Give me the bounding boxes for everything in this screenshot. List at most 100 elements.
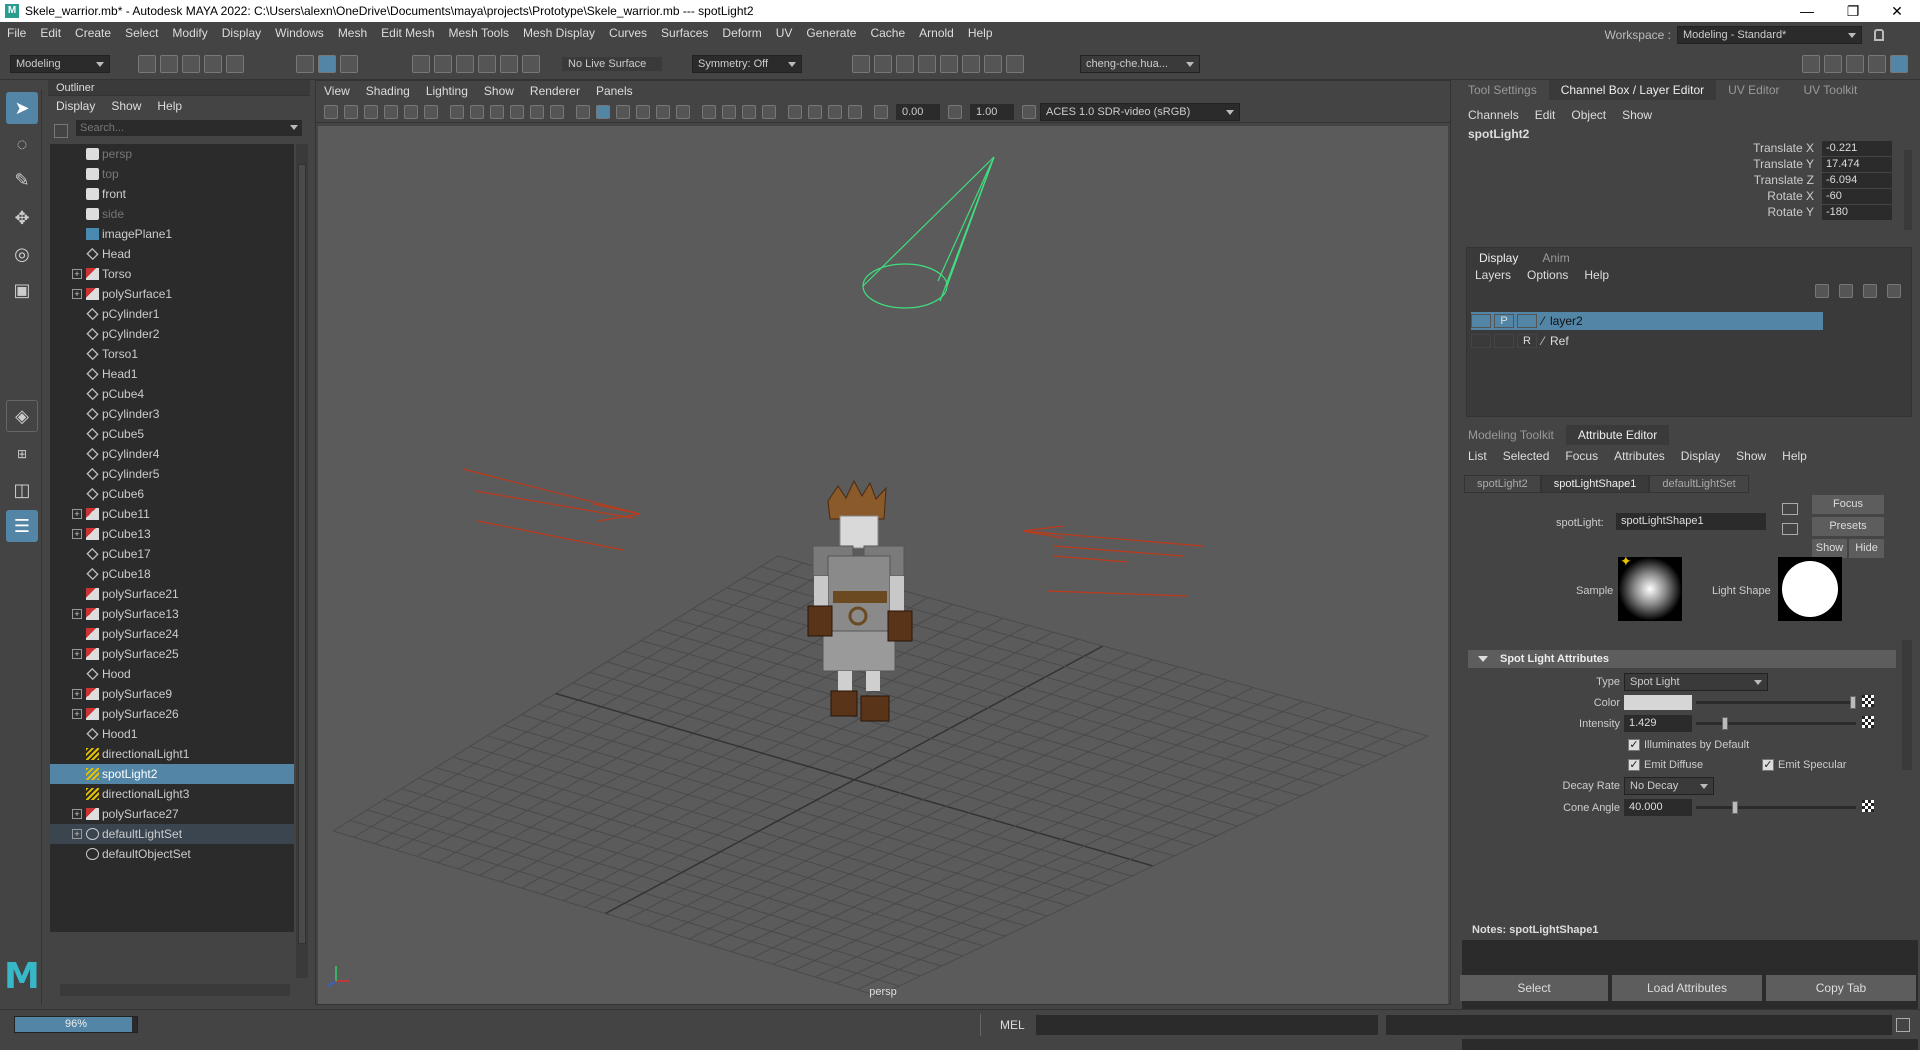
minimize-button[interactable]: — (1784, 0, 1830, 22)
tab-display[interactable]: Display (1467, 248, 1531, 266)
menu-surfaces[interactable]: Surfaces (654, 26, 715, 40)
copy-tab-button[interactable]: Copy Tab (1766, 975, 1916, 1001)
channel-row[interactable]: Rotate X -60 (1456, 188, 1920, 204)
open-scene-icon[interactable] (160, 55, 178, 73)
menu-select[interactable]: Select (118, 26, 165, 40)
outliner-layout-icon[interactable]: ☰ (6, 510, 38, 542)
outliner-item[interactable]: Torso1 (50, 344, 294, 364)
motion-blur-icon[interactable] (722, 104, 736, 119)
layer-row-ref[interactable]: R ⁄ Ref (1471, 332, 1823, 350)
outliner-item[interactable]: + pCube11 (50, 504, 294, 524)
outliner-item[interactable]: pCylinder1 (50, 304, 294, 324)
layer-playback-toggle[interactable]: P (1494, 314, 1514, 328)
color-swatch[interactable] (1624, 695, 1692, 710)
tab-anim[interactable]: Anim (1530, 248, 1581, 266)
slider-handle[interactable] (1722, 717, 1728, 730)
menu-edit-mesh[interactable]: Edit Mesh (374, 26, 441, 40)
new-layer-from-selection-icon[interactable] (1887, 284, 1901, 298)
outliner-item[interactable]: + polySurface1 (50, 284, 294, 304)
outliner-item[interactable]: + Torso (50, 264, 294, 284)
paint-select-tool-icon[interactable]: ✎ (6, 164, 38, 196)
outliner-item[interactable]: + polySurface26 (50, 704, 294, 724)
smooth-shade-icon[interactable] (596, 104, 610, 119)
channel-box-scrollbar[interactable] (1904, 150, 1912, 230)
exposure-icon[interactable] (874, 104, 888, 119)
channels-menu-object[interactable]: Object (1571, 108, 1606, 122)
two-view-layout-icon[interactable]: ◫ (6, 474, 38, 506)
outliner-filter-icon[interactable] (54, 124, 68, 138)
camera-attributes-icon[interactable] (344, 104, 358, 119)
outliner-item[interactable]: + polySurface27 (50, 804, 294, 824)
channel-label[interactable]: Rotate Y (1456, 205, 1822, 219)
outliner-item[interactable]: polySurface21 (50, 584, 294, 604)
cone-angle-slider[interactable] (1696, 801, 1856, 814)
exposure-field[interactable]: 0.00 (896, 103, 940, 120)
channel-row[interactable]: Translate X -0.221 (1456, 140, 1920, 156)
color-management-icon[interactable] (1022, 104, 1036, 119)
symmetry-dropdown[interactable]: Symmetry: Off (692, 55, 802, 73)
xray-icon[interactable] (808, 104, 822, 119)
layer-name[interactable]: Ref (1550, 334, 1569, 348)
menu-set-dropdown[interactable]: Modeling (10, 55, 110, 73)
workspace-dropdown[interactable]: Modeling - Standard* (1677, 26, 1862, 44)
outliner-item[interactable]: imagePlane1 (50, 224, 294, 244)
outliner-item[interactable]: + pCube13 (50, 524, 294, 544)
menu-windows[interactable]: Windows (268, 26, 331, 40)
node-tab-spotlight2[interactable]: spotLight2 (1464, 475, 1541, 493)
channel-label[interactable]: Rotate X (1456, 189, 1822, 203)
render-settings-icon[interactable] (896, 55, 914, 73)
outliner-menu-help[interactable]: Help (157, 99, 182, 113)
field-chart-icon[interactable] (530, 104, 544, 119)
outliner-item[interactable]: directionalLight1 (50, 744, 294, 764)
attribute-editor-scrollbar[interactable] (1902, 640, 1912, 770)
gamma-field[interactable]: 1.00 (970, 103, 1014, 120)
single-perspective-layout-icon[interactable]: ◈ (6, 400, 38, 432)
menu-generate[interactable]: Generate (799, 26, 863, 40)
outliner-item[interactable]: pCube18 (50, 564, 294, 584)
hypershade-icon[interactable] (918, 55, 936, 73)
screen-space-ao-icon[interactable] (702, 104, 716, 119)
script-editor-icon[interactable] (1896, 1018, 1910, 1032)
attr-menu-display[interactable]: Display (1681, 449, 1720, 463)
menu-cache[interactable]: Cache (863, 26, 912, 40)
outliner-item[interactable]: persp (50, 144, 294, 164)
lock-icon[interactable] (1874, 29, 1884, 41)
viewport-menu-view[interactable]: View (324, 84, 350, 98)
light-shape-swatch[interactable] (1778, 557, 1842, 621)
outliner-item[interactable]: polySurface24 (50, 624, 294, 644)
lasso-tool-icon[interactable]: ◌ (6, 128, 38, 160)
snap-live-icon[interactable] (522, 55, 540, 73)
menu-help[interactable]: Help (961, 26, 1000, 40)
spot-light-gizmo[interactable] (862, 156, 995, 309)
attr-menu-show[interactable]: Show (1736, 449, 1766, 463)
menu-create[interactable]: Create (68, 26, 118, 40)
outliner-item[interactable]: Head (50, 244, 294, 264)
outliner-horizontal-scrollbar[interactable] (60, 984, 290, 996)
menu-uv[interactable]: UV (769, 26, 800, 40)
xray-active-icon[interactable] (848, 104, 862, 119)
attr-menu-attributes[interactable]: Attributes (1614, 449, 1665, 463)
channel-value[interactable]: -60 (1822, 188, 1892, 204)
channel-label[interactable]: Translate X (1456, 141, 1822, 155)
textured-icon[interactable] (636, 104, 650, 119)
outliner-item[interactable]: top (50, 164, 294, 184)
channels-menu-channels[interactable]: Channels (1468, 108, 1519, 122)
four-view-layout-icon[interactable]: ⊞ (6, 438, 38, 470)
viewport-menu-panels[interactable]: Panels (596, 84, 633, 98)
menu-mesh-tools[interactable]: Mesh Tools (442, 26, 516, 40)
viewport-menu-shading[interactable]: Shading (366, 84, 410, 98)
expand-icon[interactable]: + (72, 269, 82, 279)
layer-visibility-toggle[interactable] (1471, 314, 1491, 328)
map-button-icon[interactable] (1862, 695, 1874, 707)
menu-display[interactable]: Display (215, 26, 268, 40)
bookmark-icon[interactable] (364, 104, 378, 119)
show-button[interactable]: Show (1812, 539, 1847, 558)
view-transform-dropdown[interactable]: ACES 1.0 SDR-video (sRGB) (1040, 102, 1240, 121)
attr-menu-selected[interactable]: Selected (1503, 449, 1550, 463)
slider-handle[interactable] (1850, 696, 1856, 709)
tab-uv-editor[interactable]: UV Editor (1716, 80, 1791, 100)
tab-channel-box-layer-editor[interactable]: Channel Box / Layer Editor (1548, 80, 1717, 100)
tab-modeling-toolkit[interactable]: Modeling Toolkit (1456, 425, 1566, 445)
scrollbar-thumb[interactable] (298, 164, 306, 944)
snap-grid-icon[interactable] (412, 55, 430, 73)
